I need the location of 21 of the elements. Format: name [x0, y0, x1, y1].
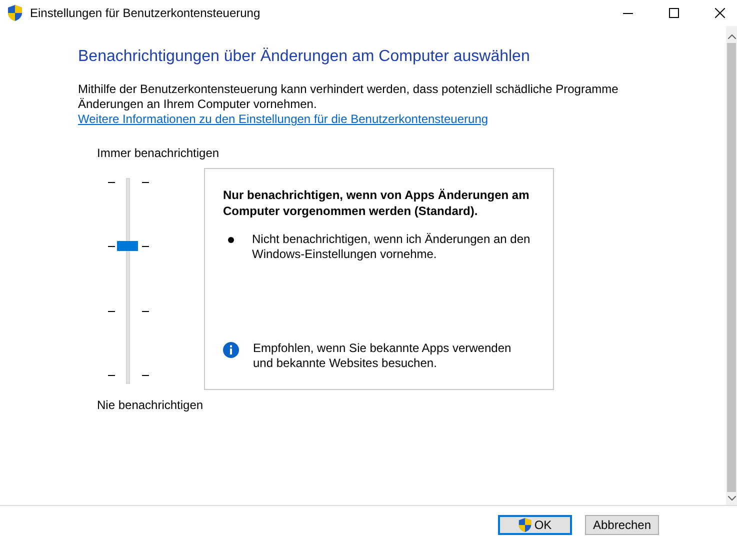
slider-top-label: Immer benachrichtigen: [97, 146, 220, 160]
cancel-button[interactable]: Abbrechen: [585, 514, 659, 534]
bullet-icon: [228, 237, 234, 243]
scroll-down-icon[interactable]: [728, 496, 736, 501]
level-title: Nur benachrichtigen, wenn von Apps Änderungen am Computer vorgenommen werden (Standard).: [223, 187, 530, 219]
slider-thumb[interactable]: [117, 240, 138, 251]
shield-icon: [7, 4, 23, 22]
page-heading: Benachrichtigungen über Änderungen am Computer auswählen: [78, 48, 531, 66]
slider-bottom-label: Nie benachrichtigen: [97, 398, 204, 412]
description-text: Mithilfe der Benutzerkontensteuerung kann verhindert werden, dass potenziell schädliche Programme Änderungen an Ihrem Computer vornehmen.: [78, 82, 620, 112]
maximize-icon[interactable]: [669, 8, 679, 18]
vertical-scrollbar[interactable]: [726, 26, 737, 505]
close-icon[interactable]: [715, 8, 725, 18]
info-icon: [223, 342, 239, 358]
scroll-up-icon[interactable]: [728, 34, 736, 39]
bullet-text: Nicht benachrichtigen, wenn ich Änderungen an den Windows-Einstellungen vornehme.: [252, 232, 532, 262]
ok-button[interactable]: OK: [498, 514, 572, 534]
recommendation-text: Empfohlen, wenn Sie bekannte Apps verwenden und bekannte Websites besuchen.: [253, 341, 512, 371]
window-title: Einstellungen für Benutzerkontensteuerung: [30, 6, 260, 20]
shield-icon: [518, 516, 532, 532]
more-info-link[interactable]: Weitere Informationen zu den Einstellungen für die Benutzerkontensteuerung: [78, 112, 488, 126]
